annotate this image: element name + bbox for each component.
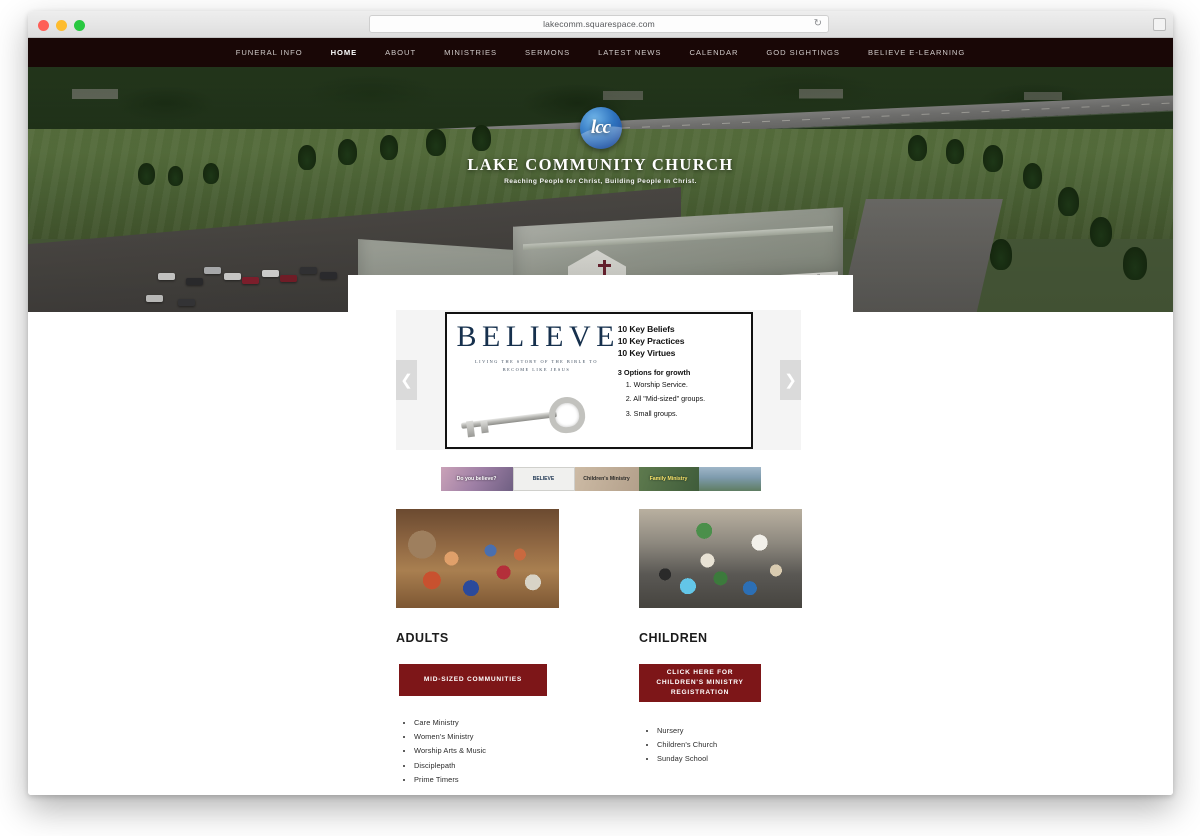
ministry-columns: ADULTS MID-SIZED COMMUNITIES Care Minist…	[396, 509, 805, 787]
believe-slide-right: 10 Key Beliefs 10 Key Practices 10 Key V…	[614, 314, 751, 447]
nav-item-home[interactable]: HOME	[317, 48, 372, 57]
key-point: 10 Key Virtues	[617, 348, 676, 359]
page-viewport: FUNERAL INFO HOME ABOUT MINISTRIES SERMO…	[28, 38, 1173, 795]
believe-subtitle: LIVING THE STORY OF THE BIBLE TO BECOME …	[475, 358, 598, 372]
thumbnail-childrens-ministry[interactable]: Children's Ministry	[574, 467, 639, 491]
lcc-circle-logo: lcc	[579, 107, 622, 149]
reload-icon[interactable]: ↻	[814, 19, 822, 29]
adults-bullet-list: Care Ministry Women's Ministry Worship A…	[396, 716, 559, 787]
option-item: 1. Worship Service.	[625, 379, 688, 389]
thumbnail-believe[interactable]: BELIEVE	[512, 467, 575, 491]
zoom-button[interactable]	[74, 20, 85, 31]
thumbnail-campus[interactable]	[698, 467, 761, 491]
url-text: lakecomm.squarespace.com	[543, 19, 655, 29]
minimize-button[interactable]	[56, 20, 67, 31]
believe-title: BELIEVE	[456, 319, 620, 353]
browser-titlebar: lakecomm.squarespace.com ↻	[28, 11, 1173, 38]
nav-item-about[interactable]: ABOUT	[371, 48, 430, 57]
nav-item-god-sightings[interactable]: GOD SIGHTINGS	[752, 48, 854, 57]
mid-sized-communities-button[interactable]: MID-SIZED COMMUNITIES	[399, 664, 547, 696]
list-item: Prime Timers	[414, 773, 559, 787]
close-button[interactable]	[38, 20, 49, 31]
church-name: LAKE COMMUNITY CHURCH	[467, 155, 734, 174]
believe-key-points: 10 Key Beliefs 10 Key Practices 10 Key V…	[618, 323, 745, 360]
column-adults: ADULTS MID-SIZED COMMUNITIES Care Minist…	[396, 509, 559, 787]
thumbnail-label: Do you believe?	[456, 476, 497, 482]
option-item: 3. Small groups.	[625, 408, 678, 418]
list-item: Nursery	[657, 724, 802, 738]
thumbnail-label: BELIEVE	[532, 476, 555, 482]
nav-item-funeral-info[interactable]: FUNERAL INFO	[222, 48, 317, 57]
thumbnail-family-ministry[interactable]: Family Ministry	[638, 467, 699, 491]
thumbnail-do-you-believe[interactable]: Do you believe?	[440, 467, 513, 491]
believe-options: 1. Worship Service. 2. All "Mid-sized" g…	[618, 380, 745, 418]
chevron-left-icon[interactable]: ❮	[396, 360, 417, 400]
browser-window: lakecomm.squarespace.com ↻ FUNERAL INFO …	[28, 11, 1173, 795]
children-heading: CHILDREN	[639, 631, 708, 645]
nav-item-ministries[interactable]: MINISTRIES	[430, 48, 511, 57]
believe-slide[interactable]: BELIEVE LIVING THE STORY OF THE BIBLE TO…	[444, 311, 753, 449]
nav-item-sermons[interactable]: SERMONS	[511, 48, 584, 57]
site-navigation: FUNERAL INFO HOME ABOUT MINISTRIES SERMO…	[28, 38, 1173, 67]
logo-text: lcc	[590, 117, 611, 138]
key-icon	[460, 391, 591, 439]
main-content-card: ❮ BELIEVE LIVING THE STORY OF THE BIBLE …	[348, 275, 853, 795]
column-children: CHILDREN CLICK HERE FOR CHILDREN'S MINIS…	[639, 509, 802, 787]
church-tagline: Reaching People for Christ, Building Peo…	[504, 178, 697, 185]
window-controls	[38, 20, 85, 31]
list-item: Worship Arts & Music	[414, 744, 559, 758]
address-bar[interactable]: lakecomm.squarespace.com ↻	[369, 15, 829, 33]
adults-gathering-photo	[396, 509, 559, 608]
believe-slide-left: BELIEVE LIVING THE STORY OF THE BIBLE TO…	[447, 314, 614, 447]
list-item: Children's Church	[657, 738, 802, 752]
childrens-ministry-registration-button[interactable]: CLICK HERE FOR CHILDREN'S MINISTRY REGIS…	[639, 664, 761, 702]
nav-item-latest-news[interactable]: LATEST NEWS	[584, 48, 675, 57]
nav-item-calendar[interactable]: CALENDAR	[675, 48, 752, 57]
nav-item-believe-elearning[interactable]: BELIEVE E-LEARNING	[854, 48, 979, 57]
thumbnail-label: Family Ministry	[649, 476, 688, 482]
key-point: 10 Key Practices	[617, 335, 685, 346]
options-title: 3 Options for growth	[617, 367, 691, 377]
tab-overview-button[interactable]	[1153, 18, 1166, 31]
children-bullet-list: Nursery Children's Church Sunday School	[639, 724, 802, 767]
thumbnail-strip: Do you believe? BELIEVE Children's Minis…	[440, 467, 761, 491]
chevron-right-icon[interactable]: ❯	[780, 360, 801, 400]
thumbnail-label: Children's Ministry	[583, 476, 630, 482]
children-classroom-photo	[639, 509, 802, 608]
key-point: 10 Key Beliefs	[617, 323, 675, 334]
option-item: 2. All "Mid-sized" groups.	[625, 394, 706, 404]
hero-branding: lcc LAKE COMMUNITY CHURCH Reaching Peopl…	[28, 107, 1173, 185]
adults-heading: ADULTS	[396, 631, 449, 645]
list-item: Sunday School	[657, 752, 802, 766]
homepage-slider: ❮ BELIEVE LIVING THE STORY OF THE BIBLE …	[396, 310, 801, 450]
list-item: Women's Ministry	[414, 730, 559, 744]
list-item: Care Ministry	[414, 716, 559, 730]
list-item: Disciplepath	[414, 759, 559, 773]
